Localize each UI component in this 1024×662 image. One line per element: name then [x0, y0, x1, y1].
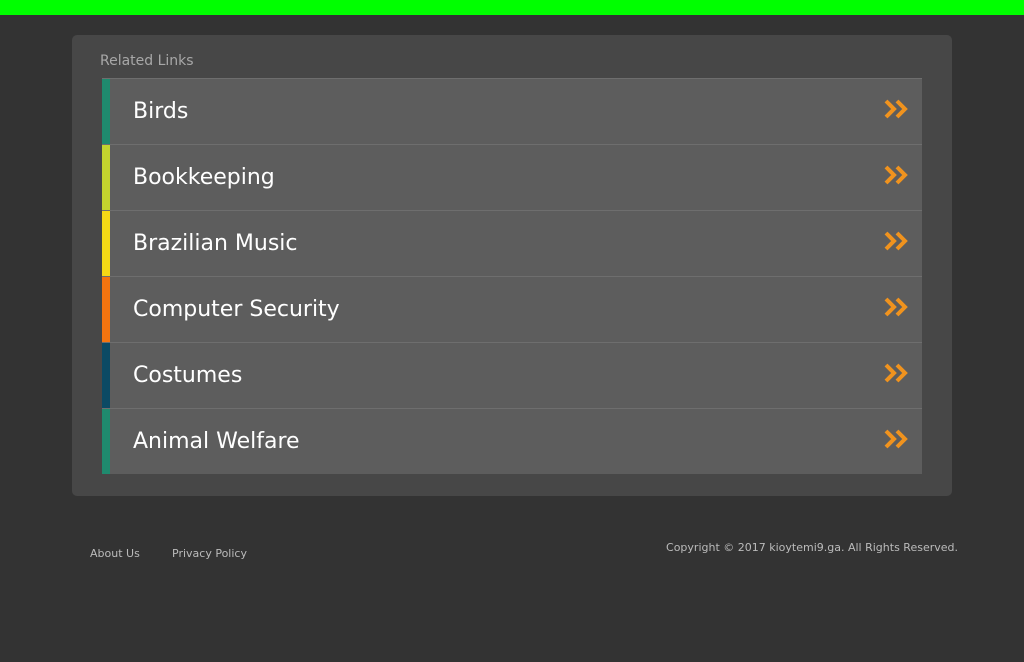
- related-link-5[interactable]: Animal Welfare: [102, 408, 922, 474]
- double-chevron-right-icon: [884, 165, 908, 185]
- related-links-list: Birds Bookkeeping Brazilian Music Comput…: [102, 78, 922, 474]
- panel-title: Related Links: [100, 53, 194, 69]
- category-color-bar: [102, 211, 110, 276]
- about-us-link[interactable]: About Us: [90, 547, 140, 560]
- related-links-panel: Related Links Birds Bookkeeping Brazilia…: [72, 35, 952, 496]
- category-color-bar: [102, 277, 110, 342]
- link-label: Computer Security: [133, 297, 340, 322]
- top-accent-bar: [0, 0, 1024, 15]
- related-link-1[interactable]: Bookkeeping: [102, 144, 922, 210]
- category-color-bar: [102, 79, 110, 144]
- category-color-bar: [102, 409, 110, 474]
- link-label: Brazilian Music: [133, 231, 298, 256]
- double-chevron-right-icon: [884, 429, 908, 449]
- double-chevron-right-icon: [884, 297, 908, 317]
- category-color-bar: [102, 343, 110, 408]
- related-link-4[interactable]: Costumes: [102, 342, 922, 408]
- copyright-text: Copyright © 2017 kioytemi9.ga. All Right…: [666, 541, 958, 554]
- category-color-bar: [102, 145, 110, 210]
- link-label: Costumes: [133, 363, 243, 388]
- link-label: Animal Welfare: [133, 429, 300, 454]
- related-link-0[interactable]: Birds: [102, 78, 922, 144]
- privacy-policy-link[interactable]: Privacy Policy: [172, 547, 247, 560]
- related-link-3[interactable]: Computer Security: [102, 276, 922, 342]
- double-chevron-right-icon: [884, 231, 908, 251]
- link-label: Birds: [133, 99, 189, 124]
- double-chevron-right-icon: [884, 99, 908, 119]
- related-link-2[interactable]: Brazilian Music: [102, 210, 922, 276]
- double-chevron-right-icon: [884, 363, 908, 383]
- link-label: Bookkeeping: [133, 165, 275, 190]
